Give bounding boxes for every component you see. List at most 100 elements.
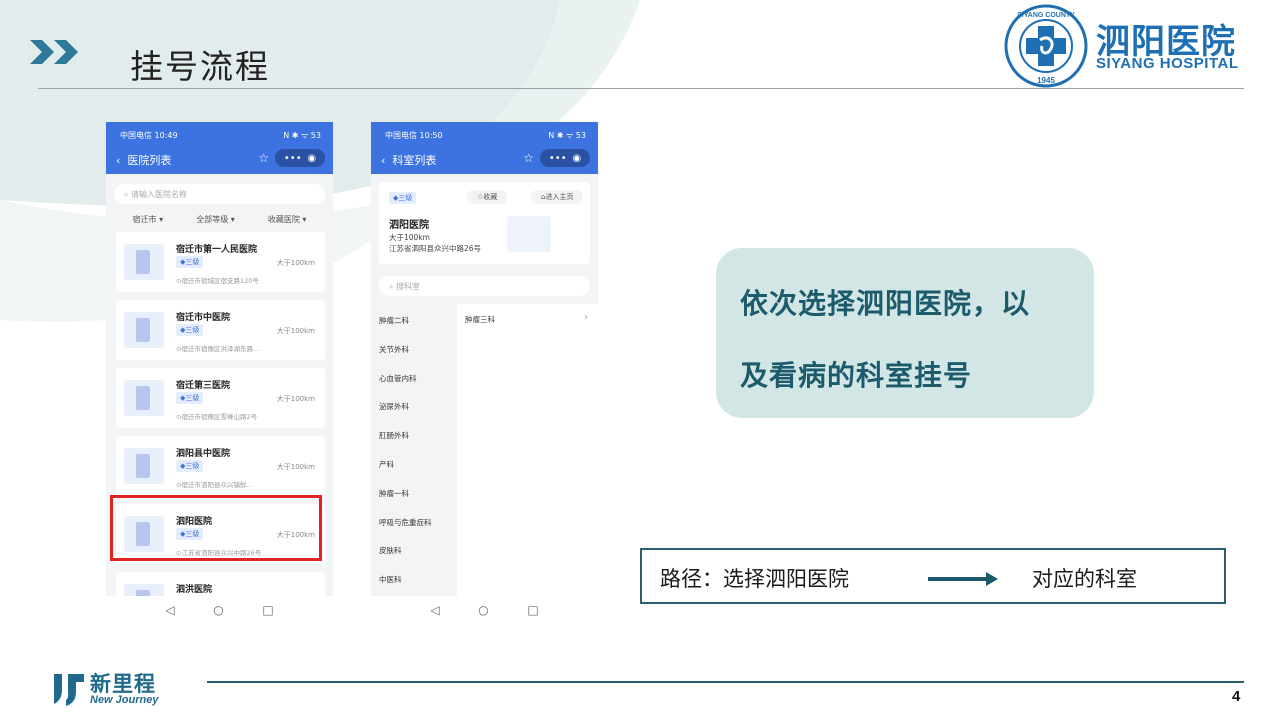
path-label: 路径：选择泗阳医院 xyxy=(660,567,849,591)
hospital-search-input[interactable]: ⌕ 请输入医院名称 xyxy=(114,184,325,204)
hospital-name: 宿迁第三医院 xyxy=(176,381,231,391)
hospital-emblem-icon: SIYANG COUNTY 1945 xyxy=(1004,4,1088,88)
hospital-level-badge: ◆三级 xyxy=(389,192,417,204)
hospital-address-text: 宿迁市宿豫区洪泽湖东路... xyxy=(181,345,260,353)
close-target-icon[interactable]: ◉ xyxy=(572,153,581,164)
app-bar: 中国电信 10:49 N ✱ ᯤ 53 ‹ 医院列表 ☆ ••• ◉ xyxy=(106,122,333,174)
back-icon[interactable]: ◁ xyxy=(165,603,174,617)
hospital-card[interactable]: 宿迁第三医院 ◆三级 大于100km ⊙宿迁市宿豫区雪峰山路2号 xyxy=(116,368,325,428)
status-bar-icons: N ✱ ᯤ 53 xyxy=(283,131,321,140)
footer-brand-en: New Journey xyxy=(90,694,159,706)
enter-homepage-button[interactable]: ⌂进入主页 xyxy=(531,190,584,204)
department-item[interactable]: 关节外科 xyxy=(371,333,457,362)
hospital-name: 泗阳医院 xyxy=(389,220,429,231)
hospital-level-badge: ◆三级 xyxy=(176,460,204,472)
department-item[interactable]: 呼吸与危重症科 xyxy=(371,506,457,535)
path-target: 对应的科室 xyxy=(1032,567,1137,591)
sub-department-item[interactable]: 肿瘤三科 xyxy=(465,314,495,325)
instruction-callout: 依次选择泗阳医院，以 及看病的科室挂号 xyxy=(716,248,1094,418)
nav-title[interactable]: ‹ 医院列表 xyxy=(116,152,171,168)
page-title: 挂号流程 xyxy=(130,47,270,86)
selection-highlight-box xyxy=(110,495,322,561)
nav-actions: ☆ ••• ◉ xyxy=(523,149,590,167)
department-list: 肿瘤二科 关节外科 心血管内科 泌尿外科 肛肠外科 产科 肿瘤一科 呼吸与危重症… xyxy=(371,304,457,596)
search-placeholder: 搜科室 xyxy=(396,282,421,291)
recents-icon[interactable]: □ xyxy=(527,603,538,617)
hospital-address: ⊙宿迁市宿豫区雪峰山路2号 xyxy=(176,413,258,421)
hospital-level-label: 三级 xyxy=(185,326,200,334)
hospital-distance: 大于100km xyxy=(389,233,430,242)
hospital-building-icon xyxy=(124,584,164,596)
recents-icon[interactable]: □ xyxy=(262,603,273,617)
header-divider xyxy=(38,88,1244,89)
hospital-distance: 大于100km xyxy=(276,463,315,471)
hospital-address: 江苏省泗阳县众兴中路26号 xyxy=(389,244,482,253)
arrow-right-icon xyxy=(928,572,998,586)
star-icon[interactable]: ☆ xyxy=(523,151,534,165)
new-journey-logo-icon xyxy=(54,674,84,706)
hospital-distance: 大于100km xyxy=(276,327,315,335)
filter-city[interactable]: 宿迁市 ▾ xyxy=(133,214,164,225)
department-item[interactable]: 皮肤科 xyxy=(371,534,457,563)
hospital-card[interactable]: 宿迁市第一人民医院 ◆三级 大于100km ⊙宿迁市宿城区宿支路120号 xyxy=(116,232,325,292)
department-search-input[interactable]: ⌕ 搜科室 xyxy=(379,276,590,296)
hospital-address: ⊙宿迁市泗阳县众兴镇鲜... xyxy=(176,481,253,489)
emblem-top-text: SIYANG COUNTY xyxy=(1017,12,1075,19)
hospital-card[interactable]: 泗阳县中医院 ◆三级 大于100km ⊙宿迁市泗阳县众兴镇鲜... xyxy=(116,436,325,496)
filter-favorites[interactable]: 收藏医院 ▾ xyxy=(268,214,307,225)
hospital-building-icon xyxy=(507,216,551,252)
sub-department-panel: 肿瘤三科 › xyxy=(457,304,598,596)
hospital-name: 泗洪医院 xyxy=(176,585,213,595)
more-icon[interactable]: ••• xyxy=(549,153,567,164)
hospital-address-text: 宿迁市泗阳县众兴镇鲜... xyxy=(181,481,253,489)
back-icon[interactable]: ◁ xyxy=(430,603,439,617)
department-item[interactable]: 产科 xyxy=(371,448,457,477)
emblem-year-text: 1945 xyxy=(1037,76,1055,85)
mini-program-capsule[interactable]: ••• ◉ xyxy=(275,149,325,167)
home-icon[interactable]: ○ xyxy=(213,603,223,617)
hospital-card[interactable]: 泗洪医院 xyxy=(116,572,325,596)
hospital-address: ⊙宿迁市宿豫区洪泽湖东路... xyxy=(176,345,260,353)
star-icon[interactable]: ☆ xyxy=(258,151,269,165)
callout-line-1: 依次选择泗阳医院，以 xyxy=(740,287,1031,320)
more-icon[interactable]: ••• xyxy=(284,153,302,164)
hospital-level-badge: ◆三级 xyxy=(176,392,204,404)
hospital-building-icon xyxy=(124,244,164,280)
filter-favorites-label: 收藏医院 xyxy=(267,215,300,224)
home-icon[interactable]: ○ xyxy=(478,603,488,617)
mini-program-capsule[interactable]: ••• ◉ xyxy=(540,149,590,167)
filter-level-label: 全部等级 xyxy=(196,215,229,224)
hospital-building-icon xyxy=(124,448,164,484)
department-item[interactable]: 肿瘤一科 xyxy=(371,477,457,506)
department-area: 肿瘤二科 关节外科 心血管内科 泌尿外科 肛肠外科 产科 肿瘤一科 呼吸与危重症… xyxy=(371,304,598,596)
callout-line-2: 及看病的科室挂号 xyxy=(740,359,973,392)
hospital-level-label: 三级 xyxy=(185,462,200,470)
filter-bar: 宿迁市 ▾ 全部等级 ▾ 收藏医院 ▾ xyxy=(106,210,333,233)
close-target-icon[interactable]: ◉ xyxy=(307,153,316,164)
hospital-building-icon xyxy=(124,380,164,416)
hospital-level-label: 三级 xyxy=(185,394,200,402)
hospital-name: 宿迁市第一人民医院 xyxy=(176,245,258,255)
department-item[interactable]: 心血管内科 xyxy=(371,362,457,391)
department-item[interactable]: 泌尿外科 xyxy=(371,390,457,419)
search-placeholder: 请输入医院名称 xyxy=(131,190,188,199)
department-item[interactable]: 肿瘤二科 xyxy=(371,304,457,333)
path-box: 路径：选择泗阳医院 对应的科室 xyxy=(640,548,1226,604)
app-bar: 中国电信 10:50 N ✱ ᯤ 53 ‹ 科室列表 ☆ ••• ◉ xyxy=(371,122,598,174)
hospital-card[interactable]: 宿迁市中医院 ◆三级 大于100km ⊙宿迁市宿豫区洪泽湖东路... xyxy=(116,300,325,360)
footer-divider xyxy=(207,681,1244,683)
chevrons-icon xyxy=(30,40,78,64)
nav-title[interactable]: ‹ 科室列表 xyxy=(381,152,436,168)
filter-level[interactable]: 全部等级 ▾ xyxy=(196,214,235,225)
phone-screenshot-department-list: 中国电信 10:50 N ✱ ᯤ 53 ‹ 科室列表 ☆ ••• ◉ ◆三级 ☆收… xyxy=(371,122,598,596)
favorite-button[interactable]: ☆收藏 xyxy=(467,190,508,204)
hospital-level-label: 三级 xyxy=(398,194,413,202)
hospital-level-badge: ◆三级 xyxy=(176,324,204,336)
phone1-system-navbar: ◁ ○ □ xyxy=(106,596,333,624)
department-item[interactable]: 肛肠外科 xyxy=(371,419,457,448)
department-item[interactable]: 中医科 xyxy=(371,563,457,592)
nav-actions: ☆ ••• ◉ xyxy=(258,149,325,167)
chevron-right-icon: › xyxy=(584,312,588,323)
filter-city-label: 宿迁市 xyxy=(132,215,157,224)
nav-title-label: 医院列表 xyxy=(127,154,172,167)
